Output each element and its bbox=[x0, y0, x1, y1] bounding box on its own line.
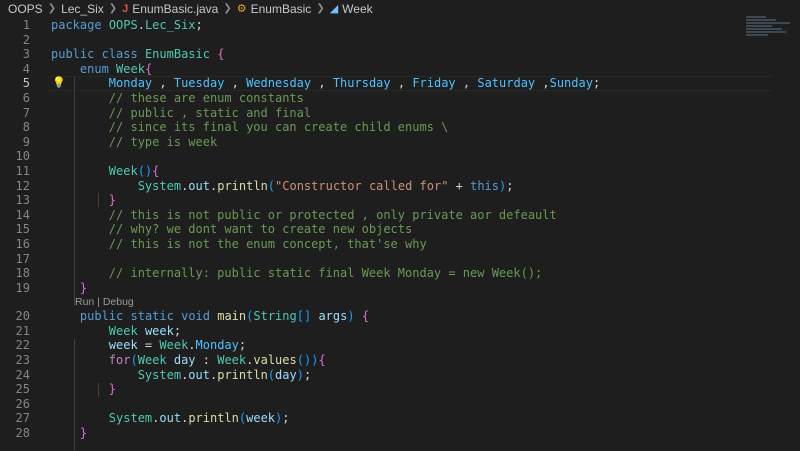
line-number: 11 bbox=[0, 164, 30, 179]
code-line[interactable]: 15 // why? we dont want to create new ob… bbox=[0, 222, 800, 237]
code-line[interactable]: 8 // since its final you can create chil… bbox=[0, 120, 800, 135]
line-code: // this is not the enum concept, that'se… bbox=[51, 237, 427, 252]
line-code: } bbox=[51, 382, 116, 397]
breadcrumb-item-enum[interactable]: Week bbox=[342, 0, 372, 18]
line-number: 25 bbox=[0, 382, 30, 397]
code-line[interactable]: 9 // type is week bbox=[0, 135, 800, 150]
line-number: 12 bbox=[0, 179, 30, 194]
line-code: } bbox=[51, 193, 116, 208]
code-line[interactable]: 6 // these are enum constants bbox=[0, 91, 800, 106]
line-number: 17 bbox=[0, 252, 30, 267]
line-number: 20 bbox=[0, 309, 30, 324]
line-number: 15 bbox=[0, 222, 30, 237]
code-line[interactable]: 17 bbox=[0, 252, 800, 267]
line-number: 14 bbox=[0, 208, 30, 223]
code-line[interactable]: 27 System.out.println(week); bbox=[0, 411, 800, 426]
code-line[interactable]: 23 for(Week day : Week.values()){ bbox=[0, 353, 800, 368]
java-file-icon: J bbox=[122, 0, 128, 18]
code-line[interactable]: 19 } bbox=[0, 281, 800, 296]
code-line[interactable]: 7 // public , static and final bbox=[0, 106, 800, 121]
line-number: 19 bbox=[0, 281, 30, 296]
enum-icon: ◢ bbox=[330, 0, 338, 18]
line-code: } bbox=[51, 426, 87, 441]
line-number: 1 bbox=[0, 18, 30, 33]
code-line[interactable]: 24 System.out.println(day); bbox=[0, 368, 800, 383]
line-number: 13 bbox=[0, 193, 30, 208]
breadcrumb-item-class[interactable]: EnumBasic bbox=[251, 0, 312, 18]
line-code: System.out.println(day); bbox=[51, 368, 311, 383]
line-number: 28 bbox=[0, 426, 30, 441]
code-line[interactable]: 2 bbox=[0, 33, 800, 48]
code-line[interactable]: 3 public class EnumBasic { bbox=[0, 47, 800, 62]
code-line[interactable]: 4 enum Week{ bbox=[0, 62, 800, 77]
code-line[interactable]: 5 Monday , Tuesday , Wednesday , Thursda… bbox=[0, 76, 800, 91]
line-number: 3 bbox=[0, 47, 30, 62]
breadcrumb-item-oops[interactable]: OOPS bbox=[8, 0, 43, 18]
code-line[interactable]: 26 bbox=[0, 397, 800, 412]
line-code: for(Week day : Week.values()){ bbox=[51, 353, 326, 368]
chevron-right-icon: ❯ bbox=[47, 0, 57, 18]
code-line[interactable]: 22 week = Week.Monday; bbox=[0, 338, 800, 353]
code-line[interactable]: 28 } bbox=[0, 426, 800, 441]
line-code: // why? we dont want to create new objec… bbox=[51, 222, 412, 237]
class-icon: ⚙ bbox=[237, 0, 247, 18]
line-code: // since its final you can create child … bbox=[51, 120, 448, 135]
line-code: public class EnumBasic { bbox=[51, 47, 224, 62]
code-line[interactable]: 11 Week(){ bbox=[0, 164, 800, 179]
code-line[interactable]: 25 } bbox=[0, 382, 800, 397]
chevron-right-icon: ❯ bbox=[108, 0, 118, 18]
code-editor[interactable]: 1 package OOPS.Lec_Six; 23 public class Enu… bbox=[0, 18, 800, 443]
line-number: 10 bbox=[0, 149, 30, 164]
line-number: 24 bbox=[0, 368, 30, 383]
line-number: 7 bbox=[0, 106, 30, 121]
line-code: week = Week.Monday; bbox=[51, 338, 246, 353]
code-line[interactable]: 1 package OOPS.Lec_Six; bbox=[0, 18, 800, 33]
code-line[interactable]: 12 System.out.println("Constructor calle… bbox=[0, 179, 800, 194]
line-number: 16 bbox=[0, 237, 30, 252]
code-line[interactable]: 20 public static void main(String[] args… bbox=[0, 309, 800, 324]
line-code: package OOPS.Lec_Six; bbox=[51, 18, 203, 33]
code-line[interactable]: 21 Week week; bbox=[0, 324, 800, 339]
line-number: 22 bbox=[0, 338, 30, 353]
breadcrumb-item-lec-six[interactable]: Lec_Six bbox=[61, 0, 104, 18]
line-number: 23 bbox=[0, 353, 30, 368]
line-code: Week week; bbox=[51, 324, 181, 339]
breadcrumb-item-file[interactable]: EnumBasic.java bbox=[132, 0, 218, 18]
line-number: 21 bbox=[0, 324, 30, 339]
line-number: 27 bbox=[0, 411, 30, 426]
code-line[interactable]: 16 // this is not the enum concept, that… bbox=[0, 237, 800, 252]
code-line[interactable]: 10 bbox=[0, 149, 800, 164]
line-number: 5 bbox=[0, 76, 30, 91]
line-number: 2 bbox=[0, 33, 30, 48]
line-number: 26 bbox=[0, 397, 30, 412]
line-number: 18 bbox=[0, 266, 30, 281]
line-number: 4 bbox=[0, 62, 30, 77]
line-code: // this is not public or protected , onl… bbox=[51, 208, 557, 223]
code-line[interactable]: 14 // this is not public or protected , … bbox=[0, 208, 800, 223]
line-number: 8 bbox=[0, 120, 30, 135]
line-number: 9 bbox=[0, 135, 30, 150]
line-code: public static void main(String[] args) { bbox=[51, 309, 369, 324]
line-code: // these are enum constants bbox=[51, 91, 304, 106]
line-number: 6 bbox=[0, 91, 30, 106]
code-line[interactable]: 13 } bbox=[0, 193, 800, 208]
code-line[interactable]: 18 // internally: public static final We… bbox=[0, 266, 800, 281]
line-code: System.out.println("Constructor called f… bbox=[51, 179, 513, 194]
line-code: Monday , Tuesday , Wednesday , Thursday … bbox=[51, 76, 600, 91]
line-code: // public , static and final bbox=[51, 106, 311, 121]
chevron-right-icon: ❯ bbox=[315, 0, 325, 18]
lightbulb-icon[interactable]: 💡 bbox=[52, 76, 66, 91]
line-code: enum Week{ bbox=[51, 62, 152, 77]
line-code: // internally: public static final Week … bbox=[51, 266, 542, 281]
codelens-run-debug[interactable]: Run | Debug bbox=[0, 295, 800, 309]
line-code: } bbox=[51, 281, 87, 296]
line-code: // type is week bbox=[51, 135, 217, 150]
line-code: Week(){ bbox=[51, 164, 159, 179]
breadcrumb: OOPS ❯ Lec_Six ❯ J EnumBasic.java ❯ ⚙ En… bbox=[0, 0, 800, 18]
chevron-right-icon: ❯ bbox=[222, 0, 232, 18]
line-code: System.out.println(week); bbox=[51, 411, 290, 426]
